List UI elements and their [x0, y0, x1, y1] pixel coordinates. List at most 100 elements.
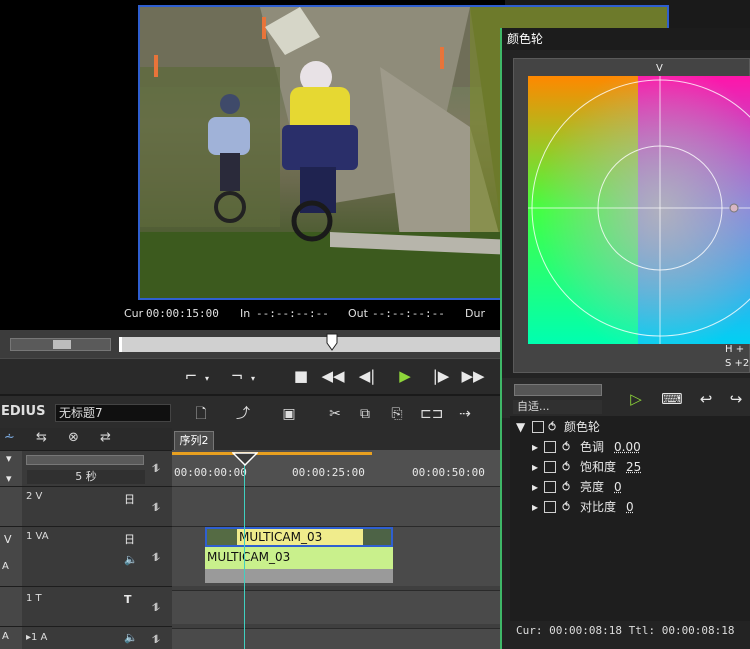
enable-checkbox[interactable]: [544, 461, 556, 473]
tree-root-label: 颜色轮: [564, 418, 600, 436]
track-sync-icon[interactable]: ⥮: [152, 551, 160, 565]
track-tool-icon-4[interactable]: ⇄: [100, 430, 111, 445]
step-back-button[interactable]: ◀|: [354, 365, 380, 387]
track-v2[interactable]: 2 V 日 ⥮: [0, 486, 172, 526]
ruler-tick: 00:00:25:00: [292, 466, 365, 479]
timeline-ruler[interactable]: 00:00:00:00 00:00:25:00 00:00:50:00: [172, 450, 505, 486]
param-value[interactable]: 0: [614, 478, 622, 496]
fast-forward-button[interactable]: ▶▶: [460, 365, 486, 387]
track-t1-label: 1 T: [26, 593, 42, 604]
keyframe-icon: ⥀: [562, 438, 570, 456]
undo-icon[interactable]: ↩: [694, 388, 718, 410]
track-sync-icon[interactable]: ⥮: [152, 633, 160, 647]
param-row[interactable]: ▸ ⥀ 亮度 0: [510, 478, 750, 496]
track-sync-icon[interactable]: ⥮: [152, 601, 160, 615]
enable-checkbox[interactable]: [532, 421, 544, 433]
open-project-icon[interactable]: ⤴: [232, 405, 254, 423]
title-track-icon: T: [124, 593, 132, 606]
expand-icon[interactable]: ▸: [532, 478, 538, 496]
set-in-button[interactable]: ⌐ ▾: [178, 365, 204, 387]
insert-mode-icon[interactable]: ⊏⊐: [420, 405, 442, 423]
audio-channel-label: A: [2, 631, 9, 642]
track-sync-icon[interactable]: ⥮: [152, 501, 160, 515]
tab-sequence-2[interactable]: 序列2: [174, 431, 214, 450]
enable-checkbox[interactable]: [544, 481, 556, 493]
param-value[interactable]: 25: [626, 458, 641, 476]
shuttle-slider[interactable]: [10, 338, 111, 351]
rewind-button[interactable]: ◀◀: [320, 365, 346, 387]
audio-mute-icon[interactable]: 🔈: [124, 631, 138, 644]
set-out-button[interactable]: ¬ ▾: [224, 365, 250, 387]
param-label: 亮度: [580, 478, 604, 496]
ripple-mode-icon[interactable]: ⇢: [454, 405, 476, 423]
video-lock-icon[interactable]: ▾: [6, 452, 12, 465]
color-wheel-canvas[interactable]: [528, 76, 750, 344]
param-value[interactable]: 0.00: [614, 438, 641, 456]
cur-timecode: 00:00:15:00: [146, 307, 219, 321]
enable-checkbox[interactable]: [544, 501, 556, 513]
playhead-cap-icon[interactable]: [232, 452, 258, 466]
expand-icon[interactable]: ▼: [516, 418, 525, 436]
param-row[interactable]: ▸ ⥀ 色调 0.00: [510, 438, 750, 456]
tree-root[interactable]: ▼ ⥀ 颜色轮: [510, 418, 750, 436]
track-a1[interactable]: ▸1 A A 🔈 ⥮: [0, 626, 172, 649]
video-clip-label: MULTICAM_03: [239, 530, 322, 544]
audio-clip[interactable]: MULTICAM_03: [205, 547, 393, 569]
project-title-field[interactable]: 无标题7: [55, 404, 171, 422]
keyframe-icon: ⥀: [562, 458, 570, 476]
position-scrubber[interactable]: [119, 337, 509, 352]
play-button[interactable]: ▶: [392, 365, 418, 387]
enable-checkbox[interactable]: [544, 441, 556, 453]
track-v2-label: 2 V: [26, 491, 42, 502]
cut-icon[interactable]: ✂: [324, 405, 346, 423]
expand-icon[interactable]: ▸: [532, 458, 538, 476]
paste-icon[interactable]: ⎘: [386, 405, 408, 423]
preview-play-button[interactable]: ▷: [624, 388, 648, 410]
lane-v2[interactable]: [172, 486, 505, 526]
step-forward-button[interactable]: |▶: [428, 365, 454, 387]
new-sequence-icon[interactable]: 🗋: [190, 405, 212, 423]
hue-handle[interactable]: [730, 204, 738, 212]
track-tool-icon-3[interactable]: ⊗: [68, 430, 79, 445]
stop-button[interactable]: ■: [288, 365, 314, 387]
timeline-zoom[interactable]: 5 秒: [27, 470, 145, 484]
preset-slider[interactable]: [514, 384, 602, 396]
audio-mute-icon[interactable]: 🔈: [124, 553, 138, 566]
video-channel-icon[interactable]: ᐯ: [4, 533, 12, 546]
shuttle-knob[interactable]: [53, 340, 71, 349]
dialog-status: Cur: 00:00:08:18 Ttl: 00:00:08:18: [516, 624, 735, 637]
comment-icon[interactable]: ⌨: [660, 388, 684, 410]
video-clip[interactable]: MULTICAM_03: [205, 527, 393, 547]
app-brand: EDIUS: [1, 404, 45, 419]
out-label: Out: [348, 307, 368, 321]
param-row[interactable]: ▸ ⥀ 饱和度 25: [510, 458, 750, 476]
video-mute-icon[interactable]: 日: [124, 531, 135, 547]
track-sync-icon[interactable]: ⥮: [152, 462, 160, 476]
save-project-icon[interactable]: ▣: [278, 405, 300, 423]
expand-icon[interactable]: ▸: [532, 498, 538, 516]
track-tool-icon-2[interactable]: ⇆: [36, 430, 47, 445]
video-mute-icon[interactable]: 日: [124, 491, 135, 507]
expand-icon[interactable]: ▸: [532, 438, 538, 456]
ruler-tick: 00:00:00:00: [174, 466, 247, 479]
param-row[interactable]: ▸ ⥀ 对比度 0: [510, 498, 750, 516]
audio-waveform: [205, 569, 393, 583]
lane-a1[interactable]: [172, 628, 505, 649]
sequence-tab-bar: [172, 428, 505, 450]
reset-icon[interactable]: ↪: [724, 388, 748, 410]
axis-h-label: H +: [725, 344, 744, 355]
timeline-playhead[interactable]: [244, 462, 245, 649]
scrub-head-icon[interactable]: [326, 333, 338, 351]
preset-dropdown[interactable]: 自适...: [513, 400, 602, 414]
lane-t1[interactable]: [172, 590, 505, 624]
track-zoom-slider[interactable]: [26, 455, 144, 465]
clip-thumbnail-out: [363, 529, 391, 545]
copy-icon[interactable]: ⧉: [354, 405, 376, 423]
param-value[interactable]: 0: [626, 498, 634, 516]
track-va1[interactable]: 1 VA ᐯ A 日 🔈 ⥮: [0, 526, 172, 586]
track-t1[interactable]: 1 T T ⥮: [0, 586, 172, 626]
param-label: 饱和度: [580, 458, 616, 476]
audio-lock-icon[interactable]: ▾: [6, 472, 12, 485]
ruler-tick: 00:00:50:00: [412, 466, 485, 479]
track-tool-icon-1[interactable]: ⩪: [4, 430, 15, 445]
